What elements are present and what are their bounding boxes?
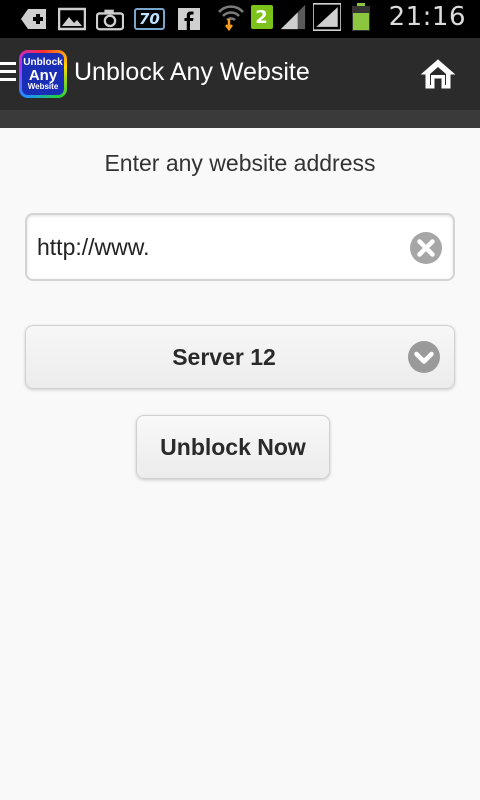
notification-icons: 70 (20, 6, 203, 32)
facebook-icon (175, 6, 203, 32)
battery-icon (347, 3, 375, 31)
server-select-value: Server 12 (172, 343, 276, 370)
hamburger-icon[interactable] (0, 62, 16, 86)
clear-icon (410, 232, 442, 264)
clear-button[interactable] (409, 231, 443, 265)
notification-count-badge: 70 (134, 8, 165, 30)
action-bar-shadow (0, 110, 480, 128)
logo-line-1: Unblock (23, 56, 63, 68)
clock: 21:16 (388, 2, 466, 32)
wifi-download-icon (217, 4, 245, 32)
app-logo[interactable]: Unblock Any Website (19, 50, 67, 98)
url-field[interactable] (25, 213, 455, 281)
home-button[interactable] (420, 58, 456, 90)
unblock-now-button[interactable]: Unblock Now (136, 415, 330, 479)
app-title: Unblock Any Website (74, 58, 310, 86)
server-select[interactable]: Server 12 (25, 325, 455, 389)
logo-line-2: Any (28, 66, 58, 84)
camera-icon (96, 6, 124, 32)
signal-icon (279, 4, 307, 30)
url-input[interactable] (37, 229, 397, 265)
app-logo-inner: Unblock Any Website (22, 53, 64, 95)
prompt-label: Enter any website address (104, 150, 376, 176)
image-icon (58, 6, 86, 32)
logo-line-3: Website (27, 81, 59, 91)
system-icons: 2 21:16 (217, 2, 466, 32)
status-bar: 70 2 21:16 (0, 0, 480, 38)
home-icon (420, 59, 456, 89)
add-icon (20, 6, 48, 32)
sim-2-icon: 2 (250, 5, 273, 29)
chevron-down-icon (408, 341, 440, 373)
signal-icon-2 (312, 2, 341, 31)
